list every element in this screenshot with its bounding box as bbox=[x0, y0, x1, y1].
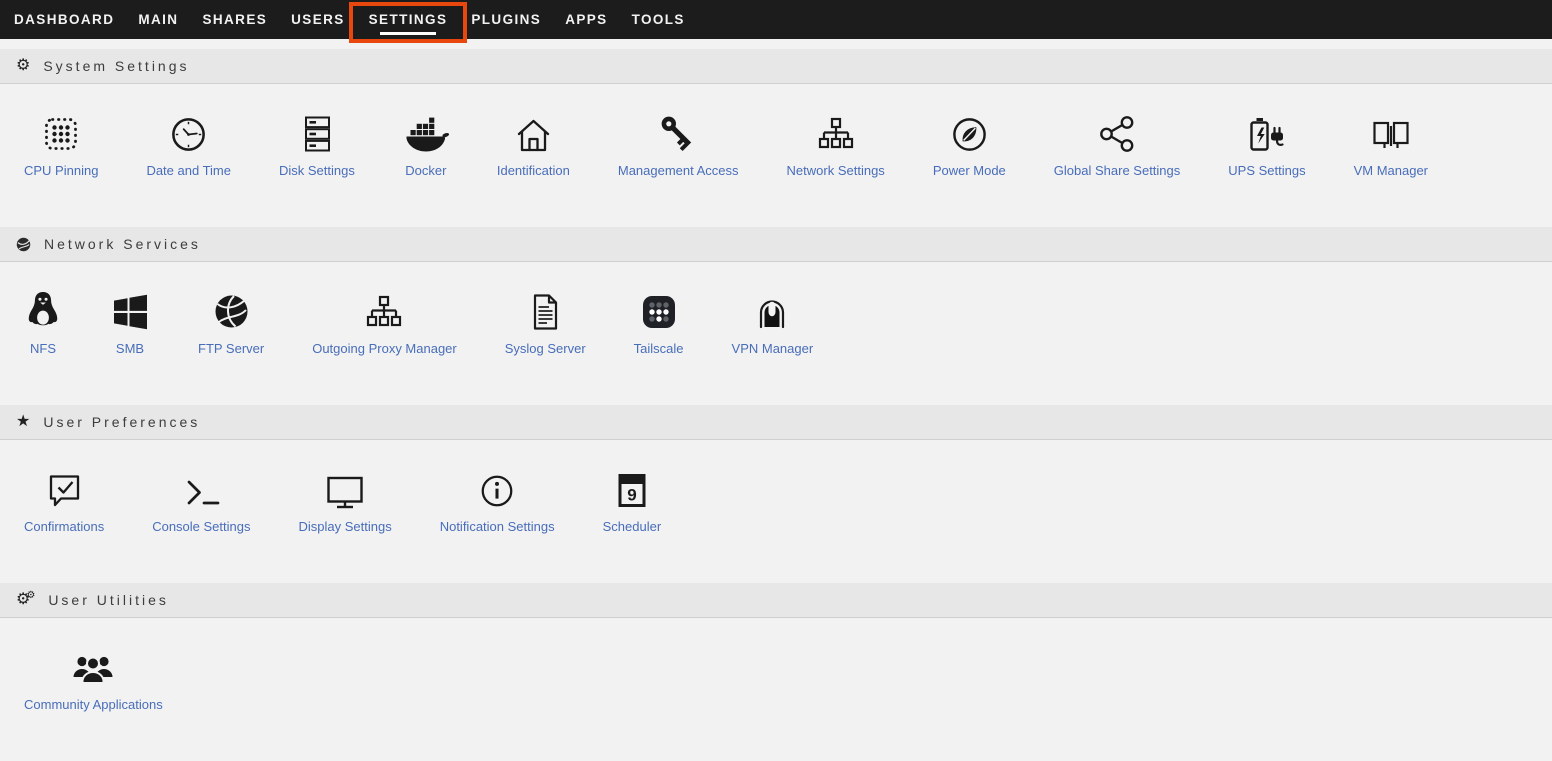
nav-item-plugins[interactable]: PLUGINS bbox=[459, 0, 553, 39]
settings-item-ups-settings[interactable]: UPS Settings bbox=[1204, 110, 1329, 178]
gears-icon: ⚙⚙ bbox=[16, 592, 35, 608]
settings-item-tailscale[interactable]: Tailscale bbox=[610, 288, 708, 356]
settings-page: ⚙ System Settings CPU Pinning bbox=[0, 39, 1552, 761]
active-tab-underline bbox=[380, 32, 436, 35]
nav-item-main[interactable]: MAIN bbox=[126, 0, 190, 39]
section-title: User Preferences bbox=[43, 414, 200, 430]
key-icon bbox=[657, 110, 699, 154]
settings-item-smb[interactable]: SMB bbox=[86, 288, 174, 356]
settings-item-confirmations[interactable]: Confirmations bbox=[0, 466, 128, 534]
star-icon: ★ bbox=[16, 414, 30, 430]
nav-item-users[interactable]: USERS bbox=[279, 0, 357, 39]
docker-whale-icon bbox=[403, 110, 449, 154]
section-system-settings: ⚙ System Settings CPU Pinning bbox=[0, 49, 1552, 227]
hood-icon bbox=[752, 288, 792, 332]
settings-item-console-settings[interactable]: Console Settings bbox=[128, 466, 274, 534]
section-header-user-utilities: ⚙⚙ User Utilities bbox=[0, 583, 1552, 618]
nav-item-dashboard[interactable]: DASHBOARD bbox=[2, 0, 126, 39]
settings-item-notification-settings[interactable]: Notification Settings bbox=[416, 466, 579, 534]
section-network-services: Network Services NFS bbox=[0, 227, 1552, 405]
nav-item-settings[interactable]: SETTINGS bbox=[357, 0, 460, 39]
settings-item-power-mode[interactable]: Power Mode bbox=[909, 110, 1030, 178]
top-navbar: DASHBOARD MAIN SHARES USERS SETTINGS PLU… bbox=[0, 0, 1552, 39]
sitemap-icon bbox=[816, 110, 856, 154]
settings-item-display-settings[interactable]: Display Settings bbox=[274, 466, 415, 534]
nav-item-shares[interactable]: SHARES bbox=[190, 0, 279, 39]
settings-item-scheduler[interactable]: 9 Scheduler bbox=[579, 466, 686, 534]
settings-item-global-share-settings[interactable]: Global Share Settings bbox=[1030, 110, 1204, 178]
share-nodes-icon bbox=[1097, 110, 1137, 154]
home-icon bbox=[513, 110, 554, 154]
tailscale-dots-icon bbox=[639, 288, 679, 332]
linux-tux-icon bbox=[24, 288, 62, 332]
speech-bubble-check-icon bbox=[44, 466, 84, 510]
settings-item-identification[interactable]: Identification bbox=[473, 110, 594, 178]
settings-item-vpn-manager[interactable]: VPN Manager bbox=[708, 288, 838, 356]
settings-item-ftp-server[interactable]: FTP Server bbox=[174, 288, 288, 356]
nav-item-apps[interactable]: APPS bbox=[553, 0, 619, 39]
section-title: System Settings bbox=[43, 58, 189, 74]
section-title: Network Services bbox=[44, 236, 201, 252]
virtual-machines-icon bbox=[1370, 110, 1412, 154]
users-group-icon bbox=[71, 644, 115, 688]
battery-plug-icon bbox=[1245, 110, 1289, 154]
calendar-9-icon: 9 bbox=[615, 466, 649, 510]
monitor-icon bbox=[324, 466, 366, 510]
sitemap-icon bbox=[364, 288, 404, 332]
cpu-pinning-icon bbox=[41, 110, 81, 154]
section-user-preferences: ★ User Preferences Confirmations bbox=[0, 405, 1552, 583]
section-header-system-settings: ⚙ System Settings bbox=[0, 49, 1552, 84]
settings-item-disk-settings[interactable]: Disk Settings bbox=[255, 110, 379, 178]
svg-text:9: 9 bbox=[627, 486, 636, 505]
info-circle-icon bbox=[478, 466, 516, 510]
settings-item-date-and-time[interactable]: Date and Time bbox=[122, 110, 255, 178]
terminal-prompt-icon bbox=[181, 466, 221, 510]
settings-item-cpu-pinning[interactable]: CPU Pinning bbox=[0, 110, 122, 178]
section-header-user-preferences: ★ User Preferences bbox=[0, 405, 1552, 440]
section-header-network-services: Network Services bbox=[0, 227, 1552, 262]
leaf-circle-icon bbox=[950, 110, 989, 154]
settings-item-community-applications[interactable]: Community Applications bbox=[0, 644, 187, 712]
settings-item-network-settings[interactable]: Network Settings bbox=[763, 110, 909, 178]
nav-item-tools[interactable]: TOOLS bbox=[620, 0, 697, 39]
section-title: User Utilities bbox=[48, 592, 169, 608]
settings-item-vm-manager[interactable]: VM Manager bbox=[1330, 110, 1452, 178]
settings-item-docker[interactable]: Docker bbox=[379, 110, 473, 178]
globe-solid-icon bbox=[211, 288, 252, 332]
settings-item-syslog-server[interactable]: Syslog Server bbox=[481, 288, 610, 356]
document-lines-icon bbox=[527, 288, 563, 332]
settings-item-nfs[interactable]: NFS bbox=[0, 288, 86, 356]
settings-item-management-access[interactable]: Management Access bbox=[594, 110, 763, 178]
windows-logo-icon bbox=[110, 288, 150, 332]
globe-icon bbox=[16, 237, 31, 252]
clock-icon bbox=[169, 110, 208, 154]
server-stack-icon bbox=[297, 110, 337, 154]
settings-item-outgoing-proxy-manager[interactable]: Outgoing Proxy Manager bbox=[288, 288, 481, 356]
section-user-utilities: ⚙⚙ User Utilities bbox=[0, 583, 1552, 761]
gear-icon: ⚙ bbox=[16, 58, 30, 74]
